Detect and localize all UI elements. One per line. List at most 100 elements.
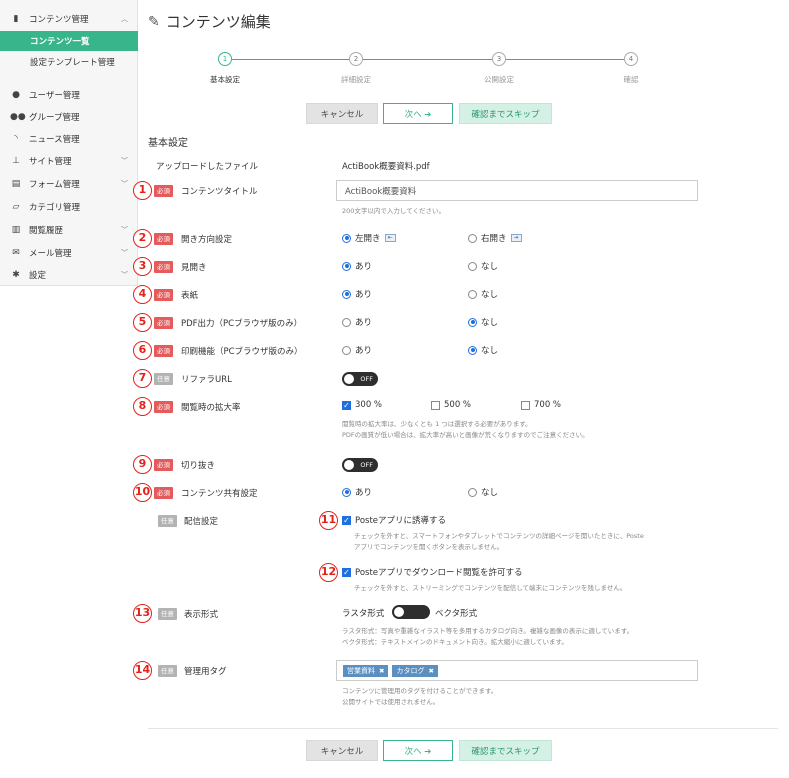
pdf-output-label: PDF出力（PCブラウザ版のみ） <box>181 319 303 329</box>
checkbox-label: 700 % <box>534 400 562 410</box>
zoom-700-checkbox[interactable]: 700 % <box>521 400 561 410</box>
annotation-number: 8 <box>133 397 152 416</box>
step-2-label: 詳細設定 <box>341 75 371 84</box>
page-title-text: コンテンツ編集 <box>165 13 271 31</box>
referrer-label: リファラURL <box>181 375 232 385</box>
skip-to-confirm-button-bottom[interactable]: 確認までスキップ <box>459 740 552 761</box>
share-yes-radio[interactable]: あり <box>342 486 372 498</box>
checkbox-box: ✓ <box>342 515 351 525</box>
annotation-number: 6 <box>133 341 152 360</box>
next-button[interactable]: 次へ ➔ <box>383 103 453 124</box>
close-icon[interactable]: ✖ <box>428 667 433 675</box>
radio-dot <box>468 317 477 327</box>
radio-label: 右開き <box>481 234 507 244</box>
next-button-bottom[interactable]: 次へ ➔ <box>383 740 453 761</box>
radio-dot <box>468 487 477 497</box>
radio-label: あり <box>355 488 373 498</box>
spread-no-radio[interactable]: なし <box>468 260 498 272</box>
sidebar-item-mail-management[interactable]: ✉ メール管理 ﹀ <box>0 242 138 264</box>
step-4-label: 確認 <box>623 75 639 84</box>
optional-badge: 任意 <box>158 608 177 620</box>
optional-badge: 任意 <box>158 515 177 527</box>
sidebar-item-news-management[interactable]: ◝ ニュース管理 <box>0 128 138 150</box>
print-no-radio[interactable]: なし <box>468 344 498 356</box>
chevron-down-icon: ﹀ <box>121 226 128 234</box>
cancel-button[interactable]: キャンセル <box>306 103 378 124</box>
poste-app-guide-checkbox[interactable]: ✓ Posteアプリに誘導する <box>342 514 446 526</box>
zoom-500-checkbox[interactable]: 500 % <box>431 400 471 410</box>
title-input[interactable]: ActiBook概要資料 <box>336 180 698 201</box>
mail-icon: ✉ <box>12 248 20 258</box>
close-icon[interactable]: ✖ <box>379 667 384 675</box>
open-right-radio[interactable]: 右開き ⇥ <box>468 232 522 244</box>
zoom-label: 閲覧時の拡大率 <box>181 403 241 413</box>
sidebar-item-label: 設定 <box>29 271 47 281</box>
required-badge: 必須 <box>154 261 173 273</box>
radio-dot <box>342 289 351 299</box>
cover-yes-radio[interactable]: あり <box>342 288 372 300</box>
share-no-radio[interactable]: なし <box>468 486 498 498</box>
pdf-output-yes-radio[interactable]: あり <box>342 316 372 328</box>
step-1-label: 基本設定 <box>210 75 240 84</box>
annotation-number: 5 <box>133 313 152 332</box>
sidebar-item-settings[interactable]: ✱ 設定 ﹀ <box>0 264 138 286</box>
sidebar-item-site-management[interactable]: ⊥ サイト管理 ﹀ <box>0 150 138 172</box>
display-format-toggle[interactable] <box>392 605 430 619</box>
cancel-button-bottom[interactable]: キャンセル <box>306 740 378 761</box>
annotation-number: 10 <box>133 483 152 502</box>
raster-format-label: ラスタ形式 <box>342 609 385 619</box>
sidebar-item-label: フォーム管理 <box>29 180 80 190</box>
step-4-circle: 4 <box>624 52 638 66</box>
step-connector <box>506 59 624 60</box>
left-open-book-icon: ⇤ <box>384 234 396 242</box>
referrer-toggle[interactable]: OFF <box>342 372 378 386</box>
annotation-number: 1 <box>133 181 152 200</box>
sidebar-item-content-management[interactable]: ▮ コンテンツ管理 ︿ <box>0 8 138 30</box>
open-left-radio[interactable]: 左開き ⇤ <box>342 232 396 244</box>
sidebar-item-group-management[interactable]: ●● グループ管理 <box>0 106 138 128</box>
bar-chart-icon: ▥ <box>11 225 21 235</box>
print-yes-radio[interactable]: あり <box>342 344 372 356</box>
pdf-output-no-radio[interactable]: なし <box>468 316 498 328</box>
step-3-label: 公開設定 <box>484 75 514 84</box>
step-1-circle: 1 <box>218 52 232 66</box>
radio-dot <box>342 261 351 271</box>
tag-label: 営業資料 <box>347 666 375 675</box>
cover-no-radio[interactable]: なし <box>468 288 498 300</box>
chevron-down-icon: ﹀ <box>121 271 128 279</box>
radio-dot <box>468 345 477 355</box>
print-label: 印刷機能（PCブラウザ版のみ） <box>181 347 303 357</box>
radio-dot <box>342 487 351 497</box>
divider <box>148 728 778 729</box>
spread-yes-radio[interactable]: あり <box>342 260 372 272</box>
sidebar-item-content-list[interactable]: コンテンツ一覧 <box>0 31 138 51</box>
sidebar-item-user-management[interactable]: ● ユーザー管理 <box>0 84 138 106</box>
skip-to-confirm-button[interactable]: 確認までスキップ <box>459 103 552 124</box>
annotation-number: 11 <box>319 511 338 530</box>
checkbox-label: Posteアプリでダウンロード閲覧を許可する <box>355 568 523 578</box>
tags-input[interactable]: 営業資料 ✖ カタログ ✖ <box>336 660 698 681</box>
sidebar: ▮ コンテンツ管理 ︿ コンテンツ一覧 設定テンプレート管理 ● ユーザー管理 … <box>0 0 138 286</box>
sidebar-item-view-history[interactable]: ▥ 閲覧履歴 ﹀ <box>0 219 138 241</box>
zoom-300-checkbox[interactable]: ✓ 300 % <box>342 400 382 410</box>
sidebar-item-category-management[interactable]: ▱ カテゴリ管理 <box>0 196 138 218</box>
checkbox-label: 500 % <box>444 400 472 410</box>
crop-toggle[interactable]: OFF <box>342 458 378 472</box>
poste-app-download-checkbox[interactable]: ✓ Posteアプリでダウンロード閲覧を許可する <box>342 566 523 578</box>
display-format-label: 表示形式 <box>184 610 219 620</box>
checkbox-box: ✓ <box>342 567 351 577</box>
chevron-down-icon: ﹀ <box>121 249 128 257</box>
step-2-circle: 2 <box>349 52 363 66</box>
sidebar-item-template-management[interactable]: 設定テンプレート管理 <box>0 52 138 72</box>
sidebar-item-form-management[interactable]: ▤ フォーム管理 ﹀ <box>0 173 138 195</box>
required-badge: 必須 <box>154 345 173 357</box>
cover-label: 表紙 <box>181 291 199 301</box>
poste-app-guide-help: アプリでコンテンツを開くボタンを表示しません。 <box>354 543 504 551</box>
tags-help: コンテンツに管理用のタグを付けることができます。 <box>342 687 498 695</box>
annotation-number: 12 <box>319 563 338 582</box>
display-format-help: ラスタ形式：写真や重雑なイラスト等を多用するカタログ向き。複雑な画像の表示に適し… <box>342 627 634 635</box>
optional-badge: 任意 <box>154 373 173 385</box>
poste-app-guide-help: チェックを外すと、スマートフォンやタブレットでコンテンツの詳細ページを開いたとき… <box>354 532 644 540</box>
tags-help: 公開サイトでは使用されません。 <box>342 698 440 706</box>
optional-badge: 任意 <box>158 665 177 677</box>
